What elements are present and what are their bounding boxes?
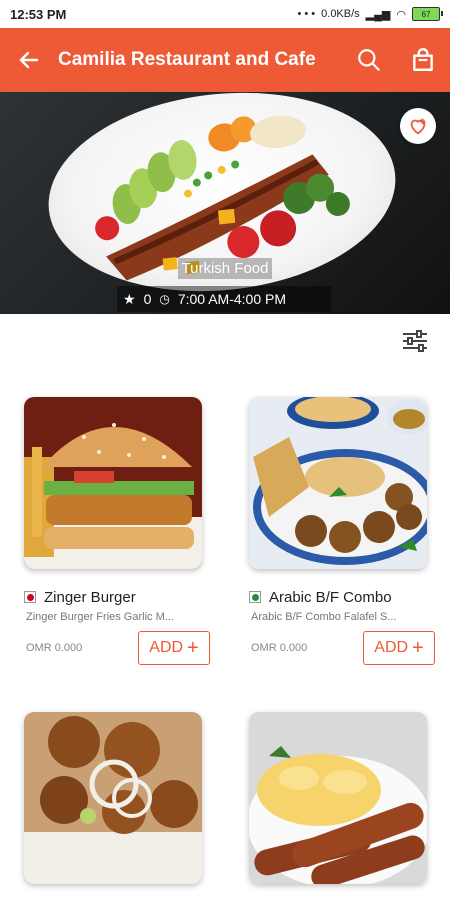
sausage-eggs-illustration: [249, 712, 427, 884]
menu-item-footer: OMR 0.000 ADD +: [249, 631, 435, 665]
status-icons: • • • 0.0KB/s ▂▄▆ ◠ 67: [297, 7, 443, 21]
cuisine-text: Turkish Food: [177, 258, 273, 279]
status-time: 12:53 PM: [10, 6, 67, 22]
add-button-label: ADD: [374, 639, 409, 656]
rating-value: 0: [143, 291, 152, 307]
menu-item-title-row: Arabic B/F Combo: [249, 587, 439, 607]
non-veg-indicator-icon: [24, 591, 36, 603]
menu-item-image[interactable]: [24, 397, 202, 569]
opening-hours: 7:00 AM-4:00 PM: [177, 291, 287, 307]
menu-item-name: Zinger Burger: [44, 588, 136, 606]
veg-indicator-icon: [249, 591, 261, 603]
search-button[interactable]: [342, 28, 396, 92]
add-button[interactable]: ADD +: [363, 631, 435, 665]
menu-item-price: OMR 0.000: [26, 642, 83, 654]
falafel-combo-illustration: [249, 397, 427, 569]
battery-icon: 67: [412, 7, 443, 21]
dots-icon: • • •: [297, 8, 316, 20]
sliders-icon: [403, 330, 427, 352]
restaurant-banner: Turkish Food: [0, 92, 450, 314]
menu-item-image[interactable]: [249, 712, 427, 884]
wifi-icon: ◠: [396, 8, 406, 21]
menu-item-card[interactable]: Arabic B/F Combo Arabic B/F Combo Falafe…: [249, 397, 439, 665]
burger-illustration: [24, 397, 202, 569]
menu-item-card[interactable]: [249, 712, 439, 884]
status-bar: 12:53 PM • • • 0.0KB/s ▂▄▆ ◠ 67: [0, 0, 450, 28]
menu-item-title-row: Zinger Burger: [24, 587, 214, 607]
favorite-button[interactable]: [400, 108, 436, 144]
plus-icon: +: [187, 637, 199, 659]
fried-balls-illustration: [24, 712, 202, 884]
menu-item-footer: OMR 0.000 ADD +: [24, 631, 210, 665]
back-button[interactable]: [0, 28, 58, 92]
cart-button[interactable]: [396, 28, 450, 92]
menu-item-image[interactable]: [24, 712, 202, 884]
arrow-left-icon: [19, 51, 39, 69]
cuisine-label: Turkish Food: [0, 258, 450, 279]
menu-item-description: Arabic B/F Combo Falafel S...: [251, 611, 397, 623]
clock-icon: ◷: [159, 292, 170, 306]
signal-icon: ▂▄▆: [365, 8, 391, 21]
add-button-label: ADD: [149, 639, 184, 656]
heart-plus-icon: [410, 118, 426, 135]
battery-level: 67: [421, 9, 431, 19]
filter-button[interactable]: [398, 327, 432, 355]
page-title: Camilia Restaurant and Cafe: [58, 49, 316, 70]
plus-icon: +: [412, 637, 424, 659]
menu-item-description: Zinger Burger Fries Garlic M...: [26, 611, 174, 623]
star-icon: ★: [123, 290, 136, 307]
search-icon: [358, 49, 380, 71]
menu-item-price: OMR 0.000: [251, 642, 308, 654]
menu-item-image[interactable]: [249, 397, 427, 569]
app-bar: Camilia Restaurant and Cafe: [0, 28, 450, 92]
network-speed: 0.0KB/s: [321, 8, 360, 20]
menu-item-card[interactable]: Zinger Burger Zinger Burger Fries Garlic…: [24, 397, 214, 665]
add-button[interactable]: ADD +: [138, 631, 210, 665]
rating-hours-bar: ★ 0 ◷ 7:00 AM-4:00 PM: [117, 286, 331, 312]
menu-item-card[interactable]: [24, 712, 214, 884]
shopping-bag-icon: [413, 47, 433, 71]
menu-item-name: Arabic B/F Combo: [269, 588, 392, 606]
